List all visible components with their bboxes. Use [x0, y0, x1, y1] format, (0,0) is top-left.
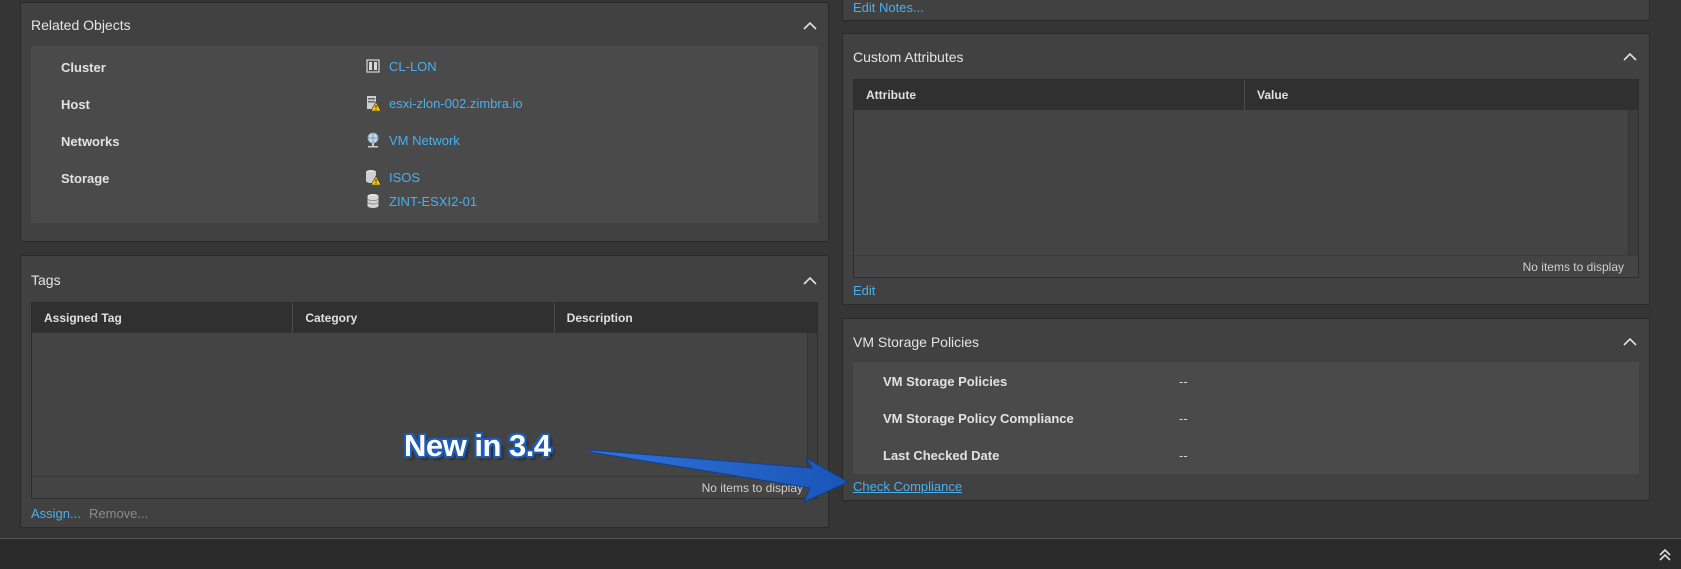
last-checked-value: -- — [1179, 448, 1188, 463]
column-description[interactable]: Description — [555, 303, 817, 333]
storage-value-zint[interactable]: ZINT-ESXI2-01 — [365, 193, 477, 209]
networks-value[interactable]: VM Network — [365, 132, 460, 148]
related-objects-panel: Related Objects Cluster CL-LON Host esxi… — [20, 2, 829, 242]
network-link[interactable]: VM Network — [389, 133, 460, 148]
custom-attributes-grid-header: Attribute Value — [854, 80, 1638, 110]
related-objects-collapse-icon[interactable] — [802, 18, 818, 34]
policy-compliance-value: -- — [1179, 411, 1188, 426]
column-value[interactable]: Value — [1245, 80, 1638, 110]
custom-attributes-panel: Custom Attributes Attribute Value No ite… — [842, 33, 1650, 305]
datastore-warning-icon — [365, 169, 382, 186]
related-objects-title: Related Objects — [31, 17, 131, 33]
vm-storage-policies-box: VM Storage Policies -- VM Storage Policy… — [853, 362, 1639, 474]
new-feature-callout: New in 3.4 — [404, 428, 551, 463]
tags-grid-header: Assigned Tag Category Description — [32, 303, 817, 333]
check-compliance-link[interactable]: Check Compliance — [853, 479, 962, 494]
cluster-label: Cluster — [61, 60, 106, 75]
custom-attributes-grid: Attribute Value No items to display — [853, 79, 1639, 278]
storage-value-isos[interactable]: ISOS — [365, 169, 420, 186]
tags-grid: Assigned Tag Category Description No ite… — [31, 302, 818, 499]
edit-notes-link[interactable]: Edit Notes... — [853, 0, 924, 15]
tags-title: Tags — [31, 272, 61, 288]
cluster-icon — [365, 58, 381, 74]
vm-storage-policies-collapse-icon[interactable] — [1622, 334, 1638, 350]
expand-panel-icon[interactable] — [1657, 547, 1673, 563]
cluster-link[interactable]: CL-LON — [389, 59, 437, 74]
cluster-value[interactable]: CL-LON — [365, 58, 437, 74]
tags-empty-message: No items to display — [32, 476, 817, 498]
storage-link-zint[interactable]: ZINT-ESXI2-01 — [389, 194, 477, 209]
custom-attributes-title: Custom Attributes — [853, 49, 964, 65]
tags-grid-scrollbar[interactable] — [807, 333, 817, 476]
vm-storage-policies-value: -- — [1179, 374, 1188, 389]
edit-attributes-link[interactable]: Edit — [853, 283, 875, 298]
storage-link-isos[interactable]: ISOS — [389, 170, 420, 185]
vm-storage-policies-label: VM Storage Policies — [883, 374, 1008, 389]
storage-label: Storage — [61, 171, 110, 186]
custom-attributes-scrollbar[interactable] — [1628, 110, 1638, 255]
policy-compliance-label: VM Storage Policy Compliance — [883, 411, 1074, 426]
tags-collapse-icon[interactable] — [802, 273, 818, 289]
networks-label: Networks — [61, 134, 120, 149]
custom-attributes-empty-message: No items to display — [854, 255, 1638, 277]
assign-tag-link[interactable]: Assign... — [31, 506, 81, 521]
last-checked-label: Last Checked Date — [883, 448, 1000, 463]
column-assigned-tag[interactable]: Assigned Tag — [32, 303, 294, 333]
custom-attributes-collapse-icon[interactable] — [1622, 49, 1638, 65]
related-objects-box: Cluster CL-LON Host esxi-zlon-002.zimbra… — [31, 46, 818, 223]
bottom-status-bar — [0, 538, 1681, 569]
network-icon — [365, 132, 381, 148]
tags-panel: Tags Assigned Tag Category Description N… — [20, 255, 829, 528]
datastore-icon — [365, 193, 381, 209]
notes-panel: Edit Notes... — [842, 0, 1650, 21]
remove-tag-link[interactable]: Remove... — [89, 506, 148, 521]
host-warning-icon — [365, 95, 382, 112]
host-link[interactable]: esxi-zlon-002.zimbra.io — [389, 96, 523, 111]
host-value[interactable]: esxi-zlon-002.zimbra.io — [365, 95, 523, 112]
vm-storage-policies-panel: VM Storage Policies VM Storage Policies … — [842, 318, 1650, 501]
column-category[interactable]: Category — [293, 303, 555, 333]
vm-storage-policies-title: VM Storage Policies — [853, 334, 980, 350]
column-attribute[interactable]: Attribute — [854, 80, 1245, 110]
host-label: Host — [61, 97, 90, 112]
